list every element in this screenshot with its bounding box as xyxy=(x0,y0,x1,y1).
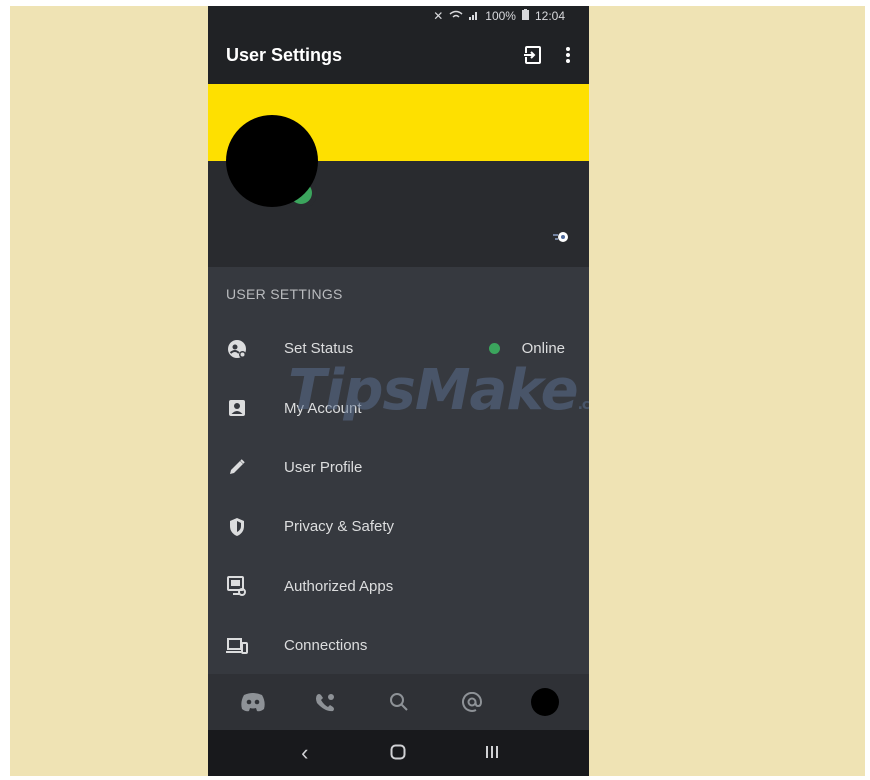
menu-item-privacy-safety[interactable]: Privacy & Safety xyxy=(208,497,589,556)
mentions-icon[interactable] xyxy=(457,687,487,717)
avatar xyxy=(530,688,559,716)
settings-menu: Set Status Online My Account User Profil… xyxy=(208,319,589,675)
search-icon[interactable] xyxy=(384,687,414,717)
wifi-icon xyxy=(449,9,463,23)
menu-item-authorized-apps[interactable]: Authorized Apps xyxy=(208,557,589,616)
logout-icon[interactable] xyxy=(523,45,543,65)
menu-item-connections[interactable]: Connections xyxy=(208,616,589,675)
section-header: USER SETTINGS xyxy=(226,286,343,302)
status-bar: ✕ 100% 12:04 xyxy=(208,6,589,26)
status-value: Online xyxy=(488,340,565,358)
profile-tab[interactable] xyxy=(530,687,560,717)
phone-screen: ✕ 100% 12:04 User Settings USER SETTINGS xyxy=(208,6,589,776)
avatar[interactable] xyxy=(226,115,318,207)
nitro-badge-icon[interactable] xyxy=(553,230,569,244)
home-discord-icon[interactable] xyxy=(238,687,268,717)
menu-item-my-account[interactable]: My Account xyxy=(208,378,589,437)
shield-icon xyxy=(226,516,248,538)
bottom-navigation xyxy=(208,674,589,730)
menu-item-user-profile[interactable]: User Profile xyxy=(208,438,589,497)
clock: 12:04 xyxy=(534,9,565,23)
account-icon xyxy=(226,397,248,419)
menu-item-label: Privacy & Safety xyxy=(284,518,395,536)
menu-item-label: Authorized Apps xyxy=(284,577,394,595)
menu-item-label: Set Status xyxy=(284,340,354,358)
pencil-icon xyxy=(226,456,248,478)
system-navigation-bar: ‹ xyxy=(208,730,589,776)
battery-icon xyxy=(521,9,529,23)
menu-item-label: User Profile xyxy=(284,458,363,476)
status-text: Online xyxy=(521,340,565,358)
signal-icon xyxy=(469,9,479,23)
recents-icon[interactable] xyxy=(477,740,507,766)
more-options-icon[interactable] xyxy=(565,46,571,64)
battery-percent: 100% xyxy=(485,9,516,23)
apps-icon xyxy=(226,575,248,597)
app-bar: User Settings xyxy=(208,26,589,84)
back-icon[interactable]: ‹ xyxy=(290,740,320,766)
menu-item-label: My Account xyxy=(284,399,362,417)
menu-item-label: Connections xyxy=(284,637,368,655)
set-status-icon xyxy=(226,338,248,360)
page-title: User Settings xyxy=(226,44,343,65)
menu-item-set-status[interactable]: Set Status Online xyxy=(208,319,589,378)
friends-call-icon[interactable] xyxy=(311,687,341,717)
home-icon[interactable] xyxy=(383,740,413,766)
online-dot xyxy=(488,343,500,355)
mute-icon: ✕ xyxy=(433,9,444,23)
devices-icon xyxy=(226,635,248,657)
